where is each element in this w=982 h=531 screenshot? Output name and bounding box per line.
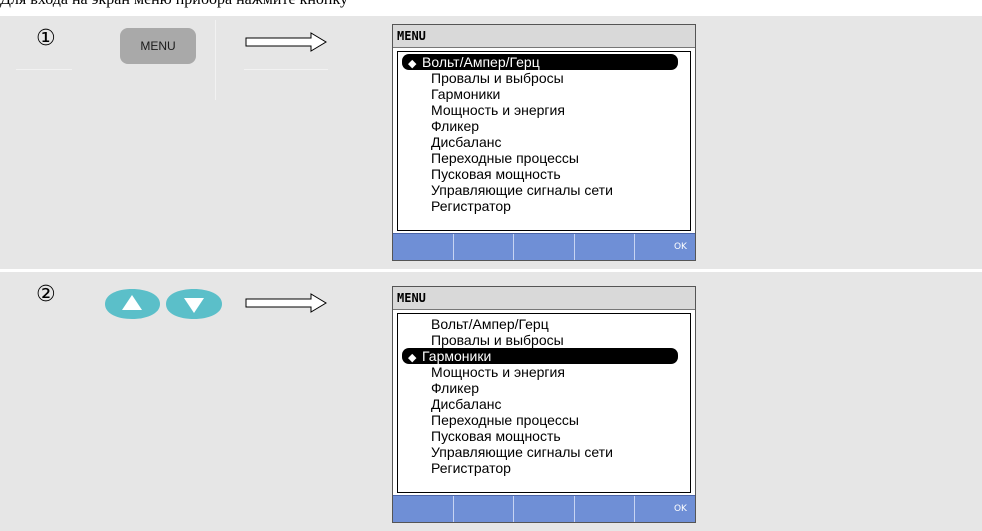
- menu-item[interactable]: Регистратор: [402, 460, 511, 476]
- menu-item[interactable]: Мощность и энергия: [402, 364, 565, 380]
- step-row-1: ① MENU MENU ◆ Вольт/Ампер/Герц Провалы и …: [0, 16, 982, 269]
- menu-item[interactable]: Дисбаланс: [402, 134, 501, 150]
- arrow-keys: [105, 289, 222, 319]
- menu-item[interactable]: Пусковая мощность: [402, 166, 561, 182]
- menu-item-selected[interactable]: ◆ Вольт/Ампер/Герц: [402, 54, 678, 70]
- softkey-3[interactable]: [514, 496, 575, 522]
- menu-item[interactable]: Регистратор: [402, 198, 511, 214]
- right-arrow-icon: [245, 32, 327, 52]
- menu-item[interactable]: Переходные процессы: [402, 150, 579, 166]
- menu-list: ◆ Вольт/Ампер/Герц Провалы и выбросы Гарм…: [397, 51, 691, 231]
- softkey-bar: OK: [393, 233, 695, 260]
- divider: [215, 20, 216, 100]
- softkey-2[interactable]: [454, 496, 515, 522]
- divider: [244, 69, 328, 70]
- menu-item[interactable]: Фликер: [402, 380, 479, 396]
- softkey-ok[interactable]: OK: [635, 234, 695, 260]
- step-number: ②: [36, 282, 56, 307]
- menu-item-selected[interactable]: ◆ Гармоники: [402, 348, 678, 364]
- step-number: ①: [36, 26, 56, 51]
- menu-item[interactable]: Провалы и выбросы: [402, 70, 564, 86]
- menu-item[interactable]: Фликер: [402, 118, 479, 134]
- device-screen: MENU ◆ Вольт/Ампер/Герц Провалы и выбросы…: [392, 24, 696, 261]
- menu-list: Вольт/Ампер/Герц Провалы и выбросы ◆ Гарм…: [397, 313, 691, 493]
- softkey-2[interactable]: [454, 234, 515, 260]
- softkey-1[interactable]: [393, 496, 454, 522]
- menu-item[interactable]: Управляющие сигналы сети: [402, 182, 613, 198]
- softkey-bar: OK: [393, 495, 695, 522]
- menu-item[interactable]: Мощность и энергия: [402, 102, 565, 118]
- screen-title: MENU: [393, 287, 695, 310]
- menu-item[interactable]: Переходные процессы: [402, 412, 579, 428]
- menu-button[interactable]: MENU: [120, 28, 196, 64]
- step-row-2: ② MENU Вольт/Ампер/Герц Провалы и выброс…: [0, 272, 982, 531]
- arrow-down-icon[interactable]: [166, 289, 222, 319]
- device-screen: MENU Вольт/Ампер/Герц Провалы и выбросы …: [392, 286, 696, 523]
- menu-item[interactable]: Пусковая мощность: [402, 428, 561, 444]
- menu-item[interactable]: Гармоники: [402, 86, 500, 102]
- menu-item[interactable]: Провалы и выбросы: [402, 332, 564, 348]
- softkey-4[interactable]: [575, 496, 636, 522]
- menu-item[interactable]: Дисбаланс: [402, 396, 501, 412]
- softkey-ok[interactable]: OK: [635, 496, 695, 522]
- screen-title: MENU: [393, 25, 695, 48]
- menu-button-label: MENU: [140, 39, 176, 53]
- divider: [16, 69, 72, 70]
- right-arrow-icon: [245, 293, 327, 313]
- softkey-4[interactable]: [575, 234, 636, 260]
- arrow-up-icon[interactable]: [105, 289, 160, 319]
- softkey-3[interactable]: [514, 234, 575, 260]
- menu-item[interactable]: Вольт/Ампер/Герц: [402, 316, 549, 332]
- menu-item[interactable]: Управляющие сигналы сети: [402, 444, 613, 460]
- softkey-1[interactable]: [393, 234, 454, 260]
- header-cutoff-text: Для входа на экран меню прибора нажмите …: [0, 0, 348, 9]
